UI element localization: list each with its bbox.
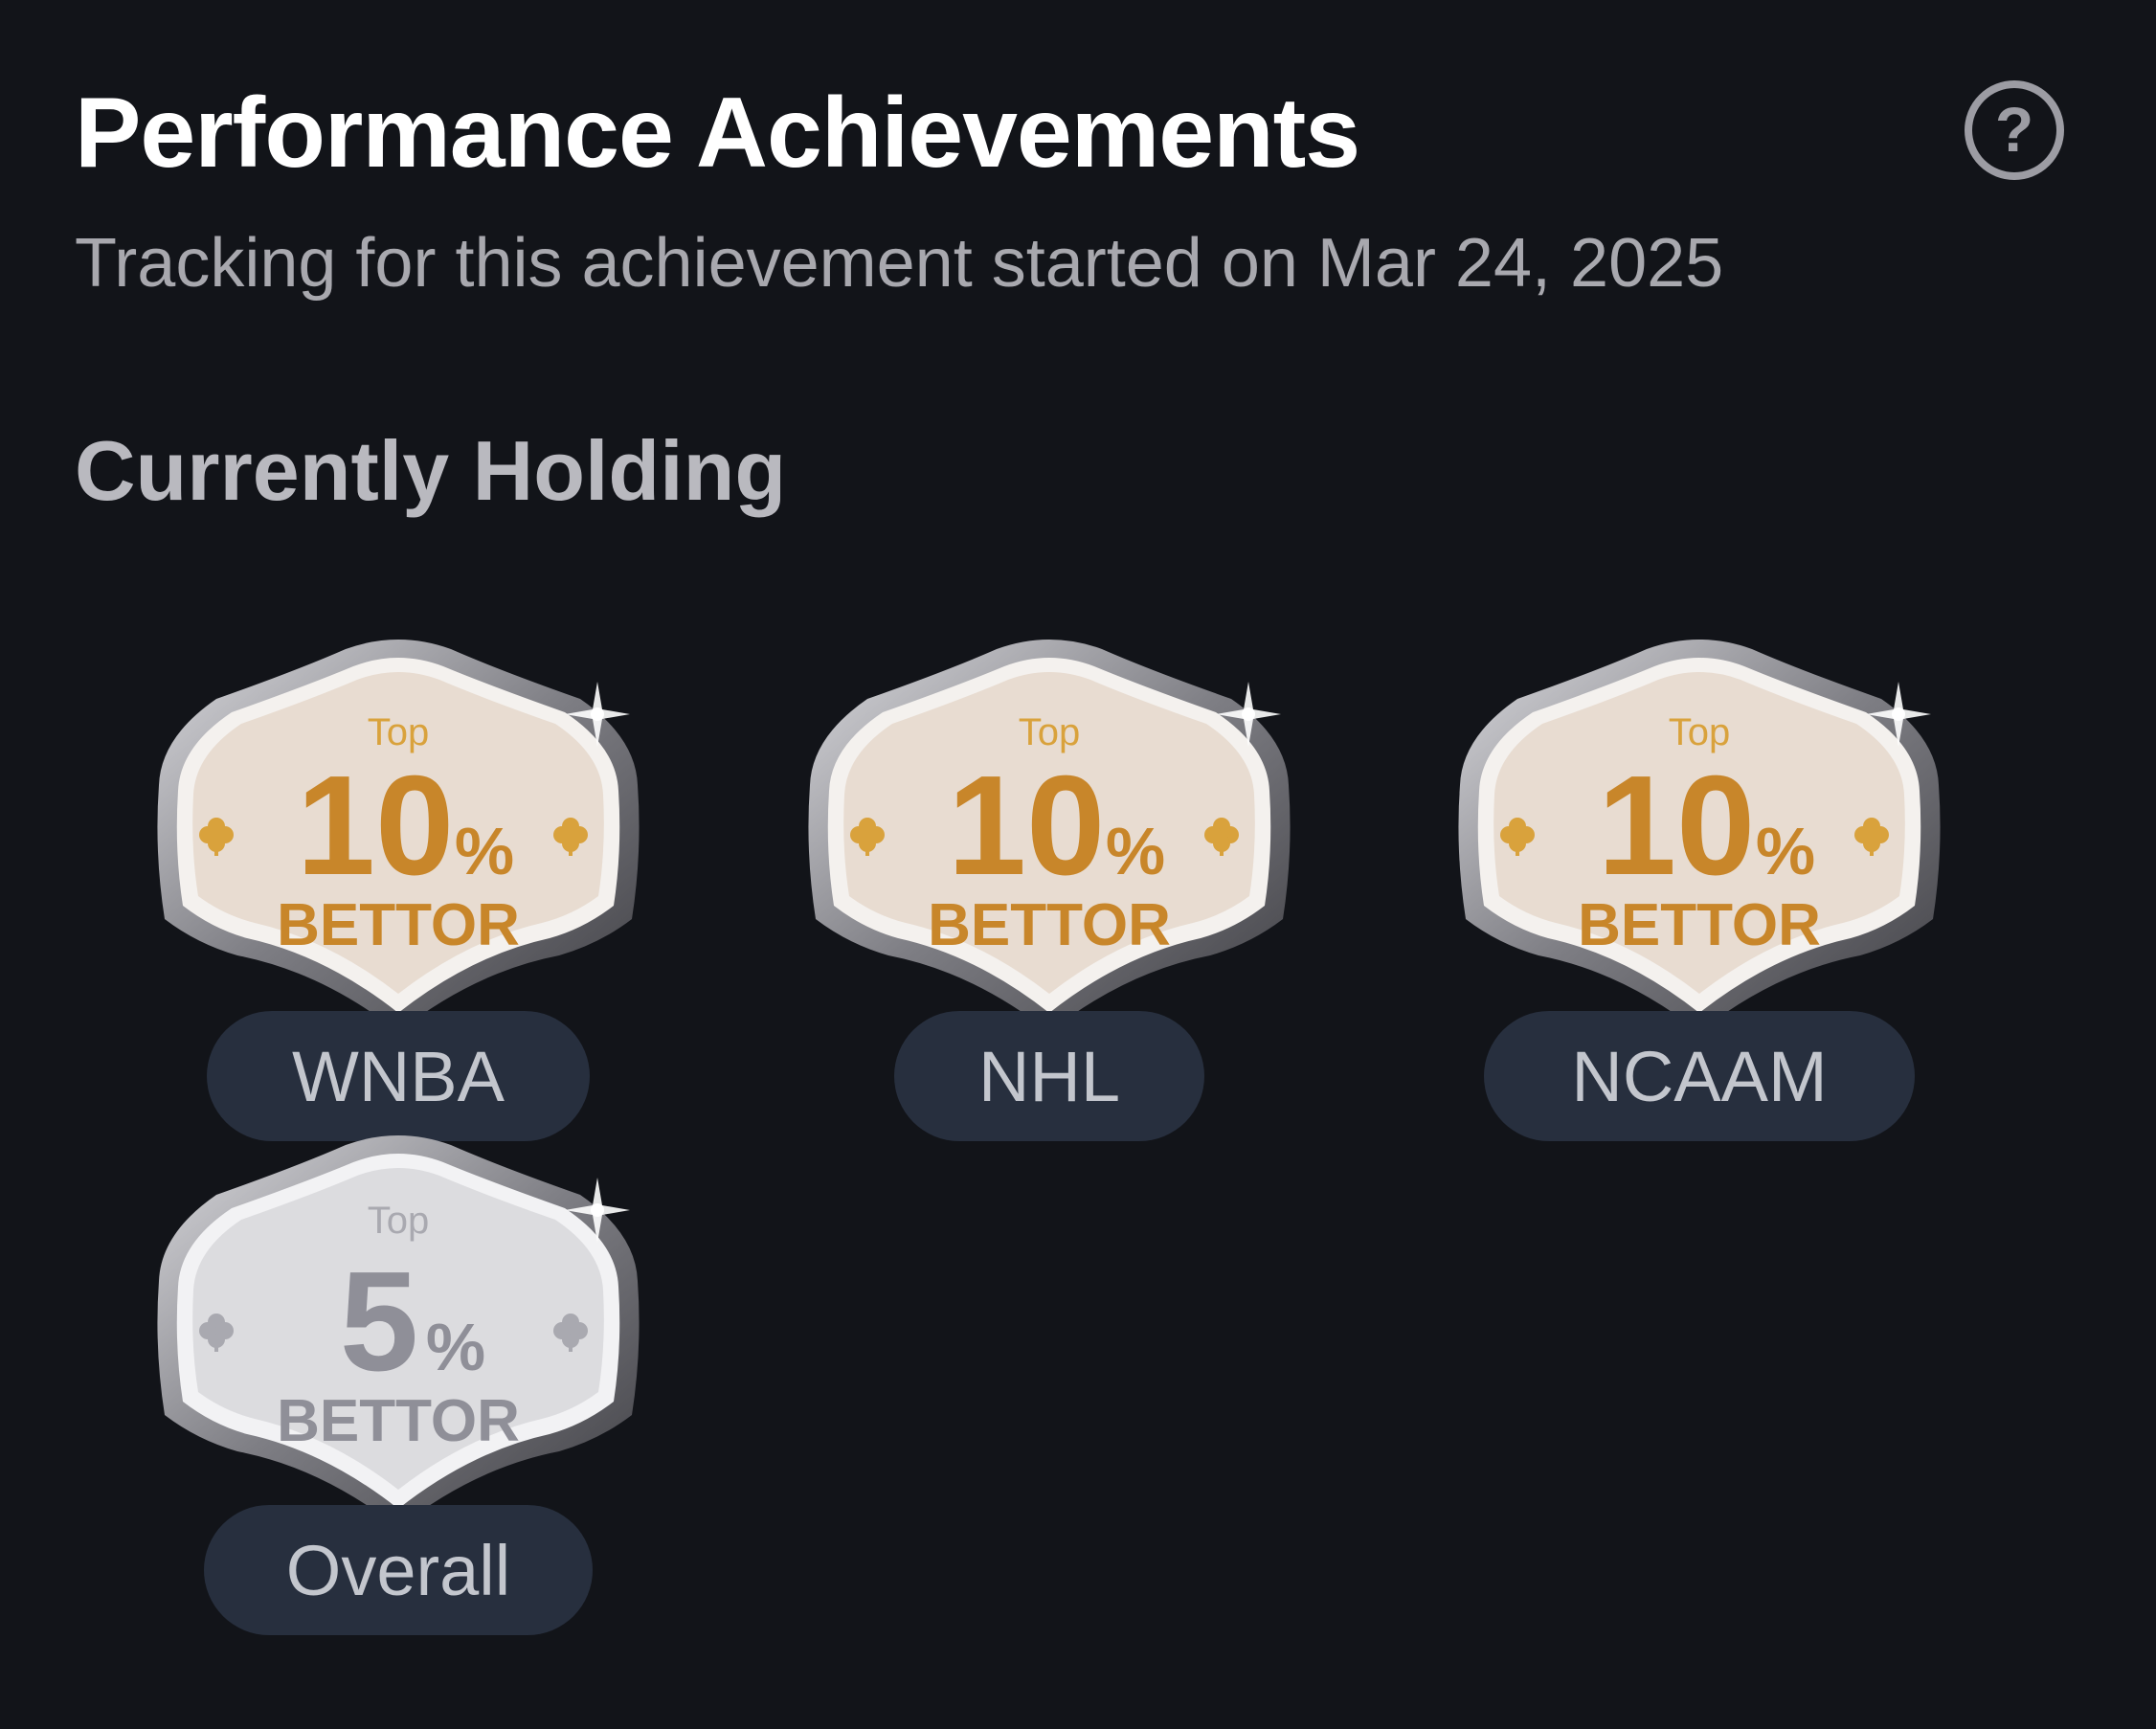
achievement-badge-overall[interactable]: Top 5 % BETTOR Overall: [140, 1128, 657, 1645]
achievement-badge-wnba[interactable]: Top 10 % BETTOR WNBA: [140, 632, 657, 1149]
league-pill: Overall: [204, 1505, 593, 1635]
badge-shield-icon: Top 10 % BETTOR: [808, 640, 1291, 1032]
badge-rank-number: 10: [1598, 747, 1756, 905]
question-circle-icon: ?: [1994, 94, 2034, 165]
badge-shield-icon: Top 10 % BETTOR: [1458, 640, 1941, 1032]
badge-rank-number: 10: [948, 747, 1106, 905]
badge-rank-number: 5: [340, 1243, 418, 1401]
league-pill: WNBA: [207, 1011, 590, 1141]
page-title: Performance Achievements: [75, 78, 1360, 189]
badge-caption: BETTOR: [277, 1388, 520, 1454]
achievement-badge-ncaam[interactable]: Top 10 % BETTOR NCAAM: [1441, 632, 1958, 1149]
badge-percent-sign: %: [426, 1310, 485, 1384]
badge-percent-sign: %: [1106, 814, 1165, 888]
badge-shield-icon: Top 5 % BETTOR: [157, 1135, 640, 1528]
section-title-currently-holding: Currently Holding: [75, 423, 787, 518]
badge-top-label: Top: [368, 1200, 430, 1242]
achievement-badge-nhl[interactable]: Top 10 % BETTOR NHL: [791, 632, 1308, 1149]
league-pill: NCAAM: [1484, 1011, 1915, 1141]
badge-caption: BETTOR: [277, 892, 520, 958]
badge-caption: BETTOR: [928, 892, 1171, 958]
badge-percent-sign: %: [1756, 814, 1815, 888]
badge-shield-icon: Top 10 % BETTOR: [157, 640, 640, 1032]
help-button[interactable]: ?: [1965, 80, 2064, 180]
badge-rank-number: 10: [297, 747, 455, 905]
badge-caption: BETTOR: [1578, 892, 1821, 958]
tracking-start-subtitle: Tracking for this achievement started on…: [75, 225, 1724, 302]
league-pill: NHL: [894, 1011, 1204, 1141]
badge-percent-sign: %: [455, 814, 514, 888]
